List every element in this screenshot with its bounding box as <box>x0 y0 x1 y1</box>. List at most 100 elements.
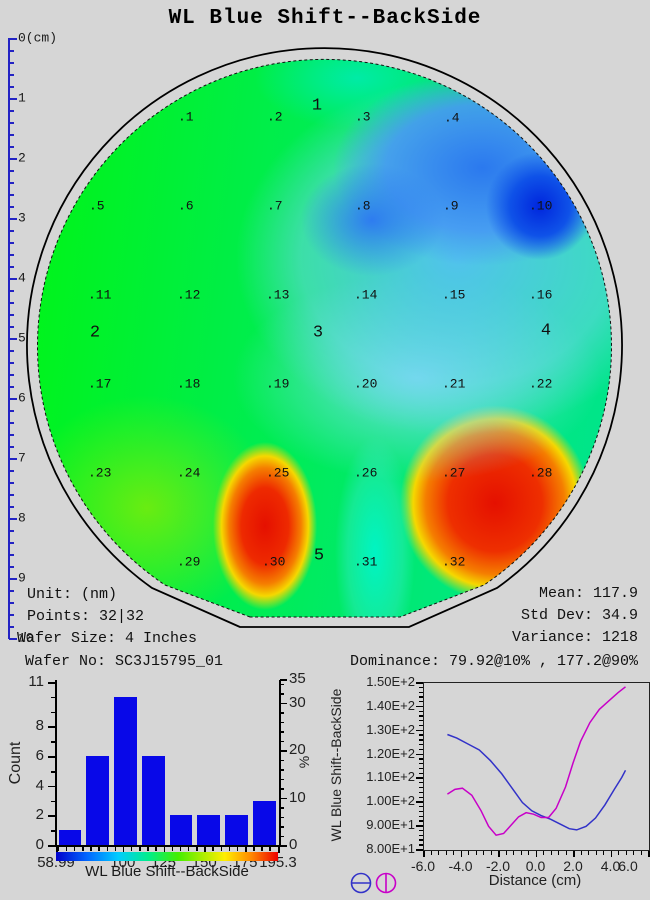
ruler-tick <box>9 182 14 184</box>
ruler-label: 3 <box>18 211 26 226</box>
profile-y-minor-tick <box>419 787 423 788</box>
count-axis-tick <box>48 682 55 684</box>
value-axis-minor-tick <box>196 847 198 851</box>
ruler-tick <box>9 494 14 496</box>
profile-y-minor-tick <box>419 797 423 798</box>
percent-axis-tick <box>280 760 284 762</box>
percent-axis-tick <box>280 679 287 681</box>
colorbar-gradient <box>56 852 278 861</box>
count-axis-tick-label: 11 <box>14 673 44 690</box>
value-axis-minor-tick <box>180 847 182 851</box>
ruler-tick <box>9 62 14 64</box>
percent-axis-tick <box>280 712 284 714</box>
ruler-tick <box>9 242 14 244</box>
profile-y-minor-tick <box>419 692 423 693</box>
percent-axis-tick <box>280 817 284 819</box>
ruler-label: 6 <box>18 391 26 406</box>
percent-axis-tick-label: 30 <box>289 694 306 711</box>
zone-label: 5 <box>314 547 324 566</box>
count-axis-tick <box>51 771 55 773</box>
ruler-tick <box>9 410 14 412</box>
percent-axis-tick <box>280 845 287 847</box>
ruler-tick <box>9 374 14 376</box>
page-title: WL Blue Shift--BackSide <box>0 7 650 30</box>
ruler-label: 5 <box>18 331 26 346</box>
measurement-point-label: .17 <box>88 377 111 392</box>
measurement-point-label: .18 <box>177 377 200 392</box>
stat-std-dev: Std Dev: 34.9 <box>521 607 638 624</box>
measurement-point-label: .32 <box>442 555 465 570</box>
profile-y-tick <box>416 849 423 851</box>
ruler-tick <box>9 194 14 196</box>
ruler-tick <box>9 122 14 124</box>
value-axis-minor-tick <box>58 847 60 851</box>
ruler-tick <box>9 518 17 520</box>
ruler-label: 0(cm) <box>18 31 57 46</box>
profile-y-minor-tick <box>419 763 423 764</box>
profile-x-minor-tick <box>633 851 634 855</box>
ruler-tick <box>9 218 17 220</box>
percent-axis-tick-label: 0 <box>289 836 297 853</box>
profile-y-minor-tick <box>419 806 423 807</box>
profile-y-minor-tick <box>419 725 423 726</box>
histogram-percent-axis-label: % <box>296 756 312 768</box>
profile-y-minor-tick <box>419 830 423 831</box>
count-axis-tick-label: 0 <box>14 836 44 853</box>
ruler-tick <box>9 230 14 232</box>
measurement-point-label: .30 <box>262 555 285 570</box>
measurement-point-label: .6 <box>178 199 194 214</box>
value-axis-minor-tick <box>66 847 68 851</box>
profile-y-tick <box>416 777 423 779</box>
profile-y-tick-label: 1.00E+2 <box>351 793 415 808</box>
percent-axis-tick <box>280 769 284 771</box>
profile-x-tick <box>648 851 650 857</box>
profile-x-minor-tick <box>483 851 484 855</box>
count-axis-tick <box>48 756 55 758</box>
profile-y-minor-tick <box>419 835 423 836</box>
profile-y-minor-tick <box>419 820 423 821</box>
profile-y-tick <box>416 706 423 708</box>
ruler-label: 8 <box>18 511 26 526</box>
ruler-tick <box>9 566 14 568</box>
measurement-point-label: .4 <box>444 111 460 126</box>
ruler-tick <box>9 110 14 112</box>
value-axis-minor-tick <box>188 847 190 851</box>
ruler-tick <box>9 398 17 400</box>
measurement-point-label: .26 <box>354 466 377 481</box>
profile-y-minor-tick <box>419 782 423 783</box>
measurement-point-label: .27 <box>442 466 465 481</box>
ruler-tick <box>9 302 14 304</box>
zone-label: 3 <box>313 324 323 343</box>
measurement-point-label: .8 <box>355 199 371 214</box>
value-axis-minor-tick <box>229 847 231 851</box>
profile-y-tick-label: 1.50E+2 <box>351 674 415 689</box>
ruler-tick <box>9 74 14 76</box>
percent-axis-tick-label: 10 <box>289 789 306 806</box>
profile-x-minor-tick <box>513 851 514 855</box>
ruler-tick <box>9 542 14 544</box>
profile-x-minor-tick <box>506 851 507 855</box>
histogram-bar <box>59 830 82 845</box>
stat-dominance: Dominance: 79.92@10% , 177.2@90% <box>350 653 638 670</box>
profile-x-tick <box>573 851 575 857</box>
ruler-tick <box>9 578 17 580</box>
measurement-point-label: .3 <box>355 110 371 125</box>
ruler-tick <box>9 338 17 340</box>
ruler-tick <box>9 326 14 328</box>
percent-axis-tick <box>280 807 284 809</box>
count-axis-tick <box>48 845 55 847</box>
wafer-contour-colors <box>27 48 623 644</box>
ruler-tick <box>9 266 14 268</box>
measurement-point-label: .19 <box>266 377 289 392</box>
count-axis-tick-label: 8 <box>14 717 44 734</box>
vertical-scan-legend-icon <box>377 874 396 893</box>
profile-y-tick-label: 1.10E+2 <box>351 769 415 784</box>
stat-points: Points: 32|32 <box>27 608 144 625</box>
profile-x-minor-tick <box>588 851 589 855</box>
profile-y-minor-tick <box>419 844 423 845</box>
profile-x-tick <box>461 851 463 857</box>
profile-x-tick-label: -6.0 <box>403 858 443 874</box>
ruler-tick <box>9 86 14 88</box>
profile-y-minor-tick <box>419 744 423 745</box>
ruler-tick <box>9 434 14 436</box>
